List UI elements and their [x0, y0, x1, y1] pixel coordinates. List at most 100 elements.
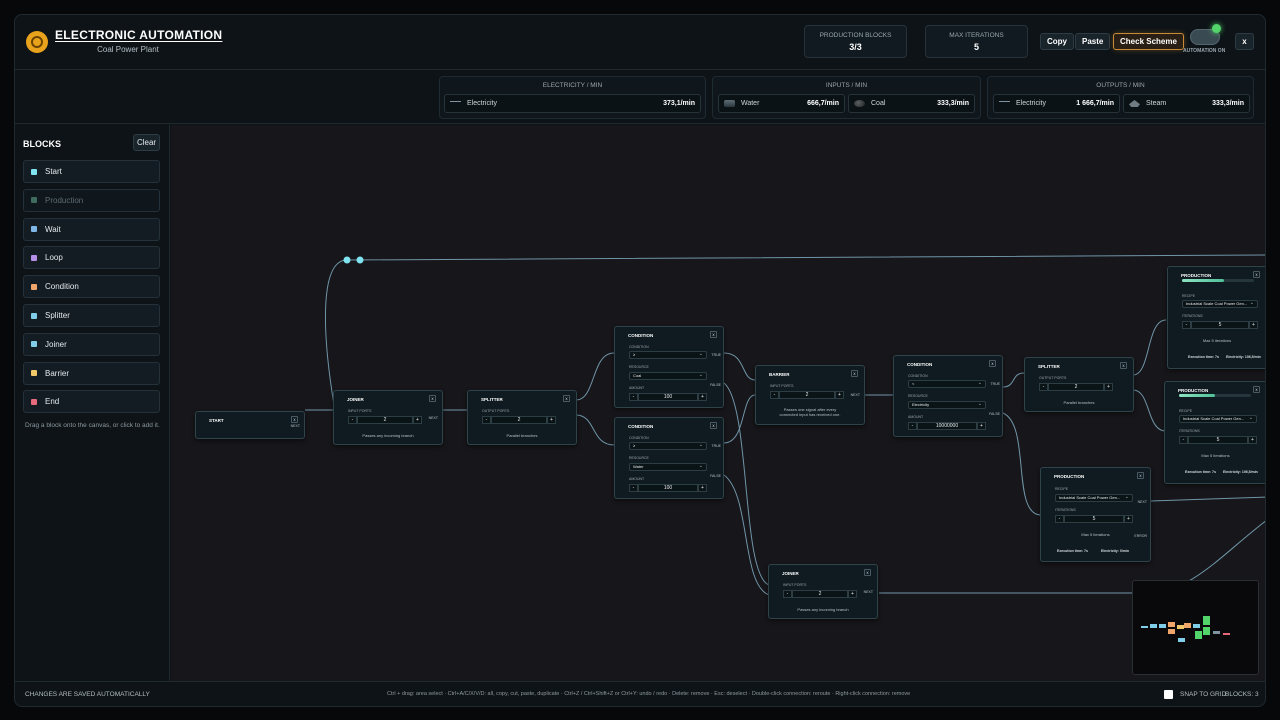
stepper-value[interactable]: 5: [1188, 436, 1248, 444]
decrement-button[interactable]: -: [783, 590, 792, 598]
resource-select[interactable]: Water: [629, 463, 707, 471]
next-port[interactable]: NEXT: [864, 590, 873, 594]
ports-stepper[interactable]: - 2 +: [348, 416, 422, 424]
copy-button[interactable]: Copy: [1040, 33, 1074, 50]
increment-button[interactable]: +: [1124, 515, 1133, 523]
true-port[interactable]: TRUE: [990, 382, 1000, 386]
close-button[interactable]: x: [1235, 33, 1254, 50]
production-node[interactable]: PRODUCTION x RECIPE Industrial Scale Coa…: [1164, 381, 1265, 484]
condition-node[interactable]: CONDITION x CONDITION < RESOURCE Electri…: [893, 355, 1003, 437]
recipe-select[interactable]: Industrial Scale Coal Power Gen...: [1182, 300, 1258, 308]
joiner-node[interactable]: JOINER x INPUT PORTS - 2 + Passes any in…: [333, 390, 443, 445]
node-close-button[interactable]: x: [291, 416, 298, 423]
decrement-button[interactable]: -: [1055, 515, 1064, 523]
stepper-value[interactable]: 5: [1191, 321, 1249, 329]
stepper-value[interactable]: 10000000: [917, 422, 977, 430]
next-port[interactable]: NEXT: [1138, 500, 1147, 504]
snap-to-grid-label[interactable]: SNAP TO GRID: [1180, 691, 1226, 698]
next-port[interactable]: NEXT: [429, 416, 438, 420]
increment-button[interactable]: +: [698, 484, 707, 492]
increment-button[interactable]: +: [1248, 436, 1257, 444]
joiner-node[interactable]: JOINER x INPUT PORTS - 2 + Passes any in…: [768, 564, 878, 619]
stepper-value[interactable]: 2: [792, 590, 848, 598]
start-node[interactable]: START x NEXT: [195, 411, 305, 439]
sidebar-item-start[interactable]: Start: [23, 160, 160, 183]
node-close-button[interactable]: x: [864, 569, 871, 576]
clear-button[interactable]: Clear: [133, 134, 160, 151]
node-close-button[interactable]: x: [1120, 362, 1127, 369]
condition-node[interactable]: CONDITION x CONDITION ≥ RESOURCE Coal AM…: [614, 326, 724, 408]
increment-button[interactable]: +: [848, 590, 857, 598]
decrement-button[interactable]: -: [629, 393, 638, 401]
increment-button[interactable]: +: [977, 422, 986, 430]
snap-to-grid-checkbox[interactable]: [1164, 690, 1173, 699]
production-node[interactable]: PRODUCTION x RECIPE Industrial Scale Coa…: [1040, 467, 1151, 562]
node-close-button[interactable]: x: [710, 422, 717, 429]
decrement-button[interactable]: -: [1182, 321, 1191, 329]
decrement-button[interactable]: -: [348, 416, 357, 424]
false-port[interactable]: FALSE: [710, 383, 721, 387]
resource-select[interactable]: Coal: [629, 372, 707, 380]
production-node[interactable]: PRODUCTION x RECIPE Industrial Scale Coa…: [1167, 266, 1265, 369]
node-close-button[interactable]: x: [989, 360, 996, 367]
decrement-button[interactable]: -: [770, 391, 779, 399]
ports-stepper[interactable]: - 2 +: [1039, 383, 1113, 391]
increment-button[interactable]: +: [835, 391, 844, 399]
recipe-select[interactable]: Industrial Scale Coal Power Gen...: [1055, 494, 1133, 502]
decrement-button[interactable]: -: [1179, 436, 1188, 444]
ports-stepper[interactable]: - 2 +: [770, 391, 844, 399]
increment-button[interactable]: +: [547, 416, 556, 424]
ports-stepper[interactable]: - 2 +: [783, 590, 857, 598]
next-port[interactable]: NEXT: [291, 424, 300, 428]
stepper-value[interactable]: 100: [638, 393, 698, 401]
sidebar-item-condition[interactable]: Condition: [23, 275, 160, 299]
node-close-button[interactable]: x: [563, 395, 570, 402]
true-port[interactable]: TRUE: [711, 444, 721, 448]
node-close-button[interactable]: x: [710, 331, 717, 338]
automation-toggle[interactable]: [1190, 24, 1221, 45]
sidebar-item-loop[interactable]: Loop: [23, 246, 160, 270]
false-port[interactable]: FALSE: [989, 412, 1000, 416]
condition-node[interactable]: CONDITION x CONDITION ≥ RESOURCE Water A…: [614, 417, 724, 499]
stepper-value[interactable]: 2: [491, 416, 547, 424]
error-port[interactable]: ERROR: [1134, 534, 1147, 538]
scheme-canvas[interactable]: START x NEXT JOINER x INPUT PORTS - 2 + …: [171, 125, 1265, 681]
condition-select[interactable]: <: [908, 380, 986, 388]
amount-stepper[interactable]: - 100 +: [629, 484, 707, 492]
paste-button[interactable]: Paste: [1075, 33, 1111, 50]
minimap[interactable]: [1132, 580, 1259, 675]
iterations-stepper[interactable]: - 5 +: [1055, 515, 1133, 523]
node-close-button[interactable]: x: [1253, 386, 1260, 393]
increment-button[interactable]: +: [1104, 383, 1113, 391]
stepper-value[interactable]: 5: [1064, 515, 1124, 523]
iterations-stepper[interactable]: - 5 +: [1179, 436, 1257, 444]
condition-select[interactable]: ≥: [629, 442, 707, 450]
recipe-select[interactable]: Industrial Scale Coal Power Gen...: [1179, 415, 1257, 423]
increment-button[interactable]: +: [698, 393, 707, 401]
node-close-button[interactable]: x: [429, 395, 436, 402]
splitter-node[interactable]: SPLITTER x OUTPUT PORTS - 2 + Parallel b…: [467, 390, 577, 445]
amount-stepper[interactable]: - 100 +: [629, 393, 707, 401]
decrement-button[interactable]: -: [629, 484, 638, 492]
increment-button[interactable]: +: [413, 416, 422, 424]
resource-select[interactable]: Electricity: [908, 401, 986, 409]
stepper-value[interactable]: 2: [779, 391, 835, 399]
node-close-button[interactable]: x: [1253, 271, 1260, 278]
next-port[interactable]: NEXT: [851, 393, 860, 397]
iterations-stepper[interactable]: - 5 +: [1182, 321, 1258, 329]
sidebar-item-joiner[interactable]: Joiner: [23, 332, 160, 356]
sidebar-item-end[interactable]: End: [23, 390, 160, 414]
barrier-node[interactable]: BARRIER x INPUT PORTS - 2 + Passes one s…: [755, 365, 865, 425]
sidebar-item-wait[interactable]: Wait: [23, 217, 160, 241]
sidebar-item-production[interactable]: Production: [23, 188, 160, 212]
decrement-button[interactable]: -: [482, 416, 491, 424]
ports-stepper[interactable]: - 2 +: [482, 416, 556, 424]
node-close-button[interactable]: x: [1137, 472, 1144, 479]
amount-stepper[interactable]: - 10000000 +: [908, 422, 986, 430]
true-port[interactable]: TRUE: [711, 353, 721, 357]
condition-select[interactable]: ≥: [629, 351, 707, 359]
node-close-button[interactable]: x: [851, 370, 858, 377]
false-port[interactable]: FALSE: [710, 474, 721, 478]
sidebar-item-barrier[interactable]: Barrier: [23, 361, 160, 385]
splitter-node[interactable]: SPLITTER x OUTPUT PORTS - 2 + Parallel b…: [1024, 357, 1134, 412]
